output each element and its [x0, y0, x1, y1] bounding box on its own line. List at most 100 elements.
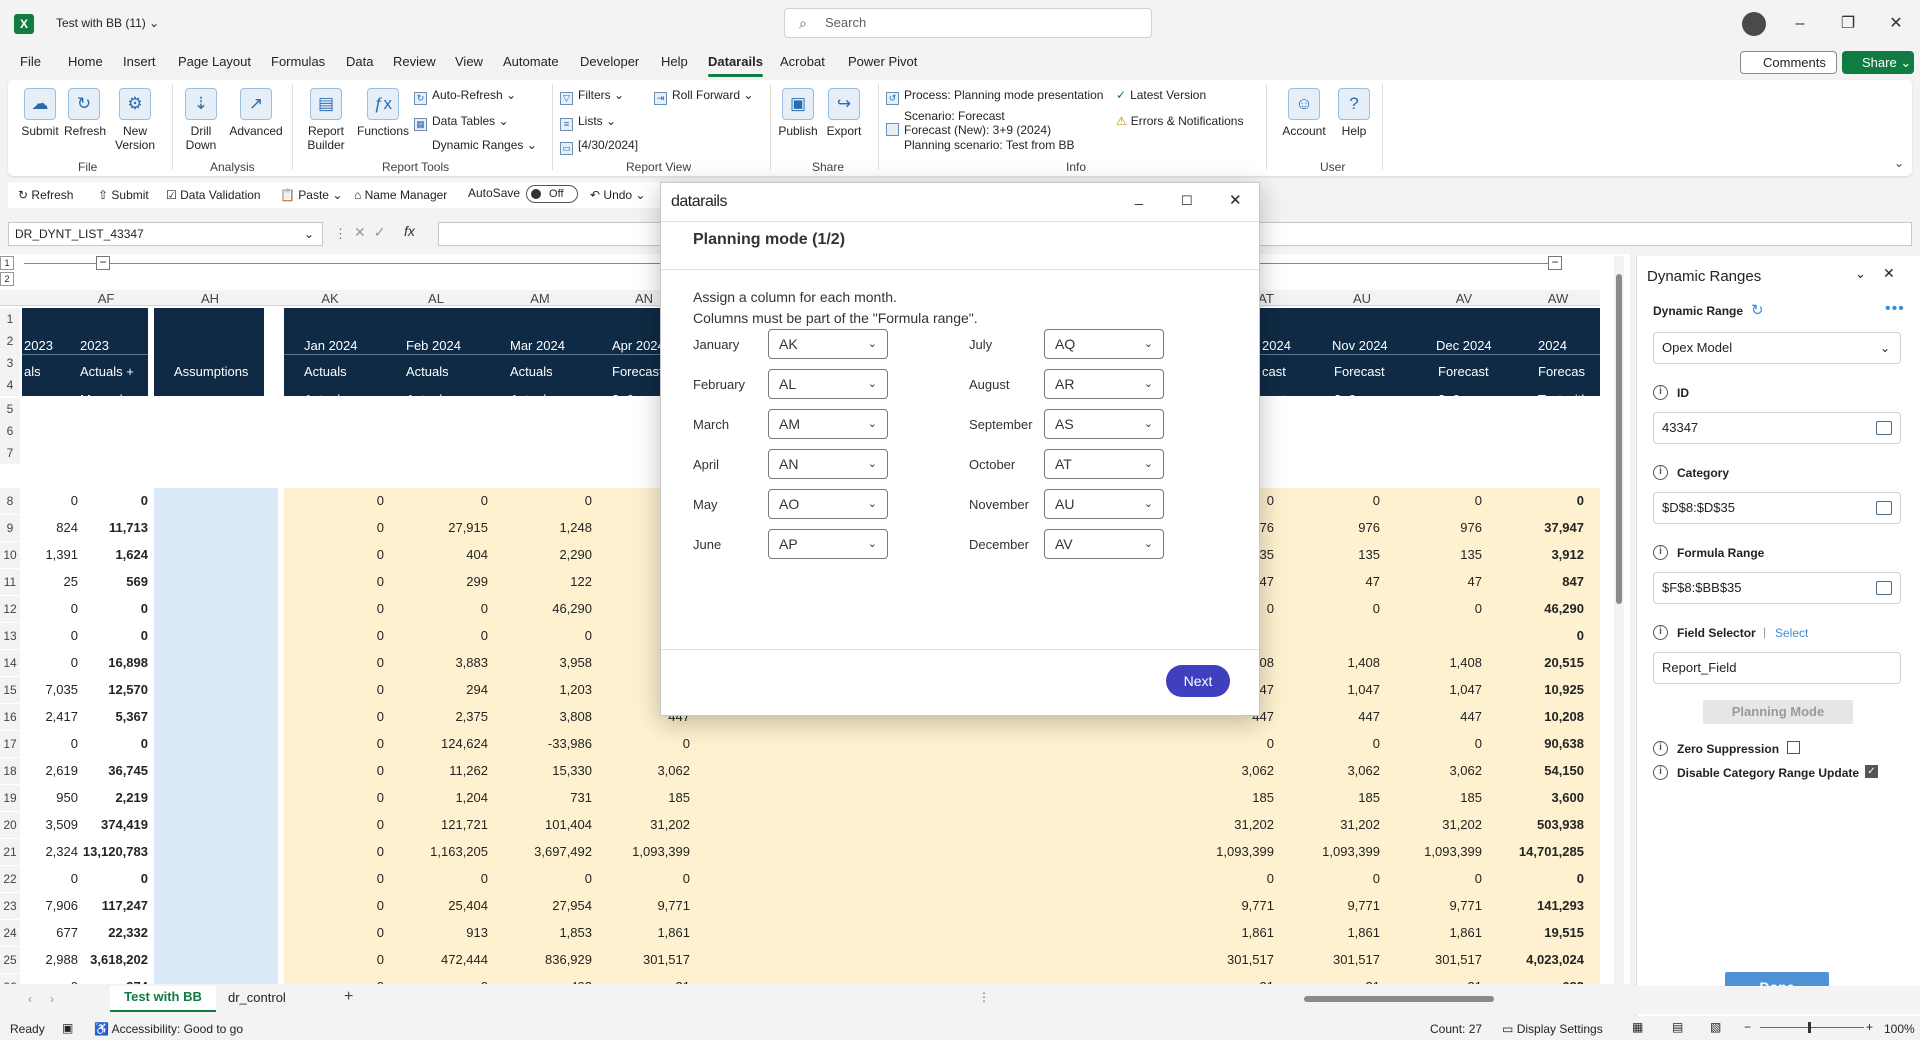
table-cell[interactable]: 301,517: [1384, 952, 1482, 967]
header-cell[interactable]: Forecas: [1538, 364, 1585, 379]
table-cell[interactable]: 0: [1176, 871, 1274, 886]
id-field[interactable]: 43347: [1653, 412, 1901, 444]
table-cell[interactable]: 913: [386, 925, 488, 940]
table-cell[interactable]: 0: [284, 898, 384, 913]
menu-view[interactable]: View: [455, 54, 483, 69]
row-header[interactable]: 25: [0, 947, 20, 973]
row-header[interactable]: 14: [0, 650, 20, 676]
table-cell[interactable]: 19,515: [1482, 925, 1584, 940]
table-cell[interactable]: 4,023,024: [1482, 952, 1584, 967]
roll-forward-button[interactable]: ⇥ Roll Forward ⌄: [654, 88, 753, 105]
table-cell[interactable]: 683: [1482, 979, 1584, 984]
insert-function-icon[interactable]: fx: [404, 223, 415, 239]
table-cell[interactable]: 31: [1176, 979, 1274, 984]
header-cell[interactable]: Mar 2024: [510, 338, 565, 353]
table-cell[interactable]: 15,330: [490, 763, 592, 778]
table-cell[interactable]: 0: [60, 628, 148, 643]
undo-button[interactable]: ↶ Undo ⌄: [590, 188, 645, 202]
table-cell[interactable]: 9,771: [592, 898, 690, 913]
table-cell[interactable]: 0: [284, 520, 384, 535]
refresh-button[interactable]: ↻ Refresh: [64, 88, 106, 138]
table-cell[interactable]: 976: [1384, 520, 1482, 535]
row-header[interactable]: 21: [0, 839, 20, 865]
table-cell[interactable]: 1,204: [386, 790, 488, 805]
refresh-icon[interactable]: ↻: [1751, 301, 1764, 319]
table-cell[interactable]: 46,290: [1482, 601, 1584, 616]
close-window-icon[interactable]: ✕: [1884, 12, 1908, 36]
month-select-december[interactable]: AV ⌄: [1044, 529, 1164, 559]
header-cell[interactable]: Actuals +: [80, 364, 134, 379]
table-cell[interactable]: 10,925: [1482, 682, 1584, 697]
table-cell[interactable]: 1,093,399: [1280, 844, 1380, 859]
table-cell[interactable]: 0: [284, 655, 384, 670]
errors-notifications-button[interactable]: ⚠ Errors & Notifications: [1116, 114, 1243, 128]
table-cell[interactable]: 0: [284, 493, 384, 508]
table-cell[interactable]: 117,247: [60, 898, 148, 913]
category-field[interactable]: $D$8:$D$35: [1653, 492, 1901, 524]
table-cell[interactable]: 1,093,399: [592, 844, 690, 859]
table-cell[interactable]: 9,771: [1280, 898, 1380, 913]
table-cell[interactable]: 22,332: [60, 925, 148, 940]
table-cell[interactable]: 9,771: [1384, 898, 1482, 913]
table-cell[interactable]: 31,202: [1176, 817, 1274, 832]
disable-category-checkbox[interactable]: ✓: [1865, 765, 1878, 778]
table-cell[interactable]: 37,947: [1482, 520, 1584, 535]
table-cell[interactable]: 569: [60, 574, 148, 589]
scrollbar-thumb[interactable]: [1304, 996, 1494, 1002]
column-header[interactable]: AU: [1342, 291, 1382, 306]
accessibility-status[interactable]: ♿ Accessibility: Good to go: [94, 1022, 243, 1036]
table-cell[interactable]: 0: [1384, 871, 1482, 886]
table-cell[interactable]: 0: [60, 871, 148, 886]
macro-record-icon[interactable]: ▣: [62, 1021, 73, 1035]
table-cell[interactable]: 0: [284, 601, 384, 616]
table-cell[interactable]: 20,515: [1482, 655, 1584, 670]
table-cell[interactable]: 3,697,492: [490, 844, 592, 859]
qat-submit-button[interactable]: ⇧ Submit: [98, 188, 149, 202]
zoom-slider-thumb[interactable]: [1808, 1022, 1811, 1033]
page-layout-view-icon[interactable]: ▤: [1672, 1020, 1683, 1034]
row-header[interactable]: 22: [0, 866, 20, 892]
more-icon[interactable]: ⋮: [978, 990, 990, 1004]
table-cell[interactable]: 1,047: [1280, 682, 1380, 697]
autosave-switch[interactable]: Off: [526, 185, 579, 203]
sheet-tab-active[interactable]: Test with BB: [110, 986, 216, 1012]
submit-button[interactable]: ☁ Submit: [20, 88, 60, 138]
table-cell[interactable]: 1,163,205: [386, 844, 488, 859]
info-icon[interactable]: i: [1653, 625, 1668, 640]
table-cell[interactable]: 1,853: [490, 925, 592, 940]
horizontal-scrollbar[interactable]: [1002, 994, 1606, 1004]
minimize-icon[interactable]: –: [1788, 12, 1812, 36]
column-header[interactable]: AV: [1444, 291, 1484, 306]
table-cell[interactable]: 31,202: [1384, 817, 1482, 832]
row-header[interactable]: 24: [0, 920, 20, 946]
table-cell[interactable]: 0: [284, 763, 384, 778]
table-cell[interactable]: 185: [1280, 790, 1380, 805]
table-cell[interactable]: 3,958: [490, 655, 592, 670]
table-cell[interactable]: 0: [386, 979, 488, 984]
header-cell[interactable]: 2024: [1538, 338, 1567, 353]
scrollbar-thumb[interactable]: [1616, 274, 1622, 604]
row-header[interactable]: 9: [0, 515, 20, 541]
table-cell[interactable]: 101,404: [490, 817, 592, 832]
row-header[interactable]: 6: [0, 420, 20, 442]
table-cell[interactable]: 3,600: [1482, 790, 1584, 805]
table-cell[interactable]: 0: [284, 574, 384, 589]
table-cell[interactable]: 0: [592, 871, 690, 886]
menu-page-layout[interactable]: Page Layout: [178, 54, 251, 69]
outline-level-2[interactable]: 2: [0, 272, 14, 286]
row-header[interactable]: 11: [0, 569, 20, 595]
prev-sheet-icon[interactable]: ‹: [28, 992, 32, 1006]
table-cell[interactable]: 0: [284, 952, 384, 967]
table-cell[interactable]: 31: [592, 979, 690, 984]
column-header[interactable]: AW: [1538, 291, 1578, 306]
table-cell[interactable]: 3,912: [1482, 547, 1584, 562]
table-cell[interactable]: 0: [284, 817, 384, 832]
table-cell[interactable]: 3,062: [592, 763, 690, 778]
header-cell[interactable]: Test with: [1538, 392, 1589, 407]
display-settings-button[interactable]: ▭ Display Settings: [1502, 1022, 1603, 1036]
header-cell[interactable]: Forecast: [1334, 364, 1385, 379]
header-cell[interactable]: Actuals: [510, 392, 553, 407]
add-sheet-icon[interactable]: +: [344, 988, 353, 1006]
table-cell[interactable]: 10,208: [1482, 709, 1584, 724]
table-cell[interactable]: 1,861: [1384, 925, 1482, 940]
